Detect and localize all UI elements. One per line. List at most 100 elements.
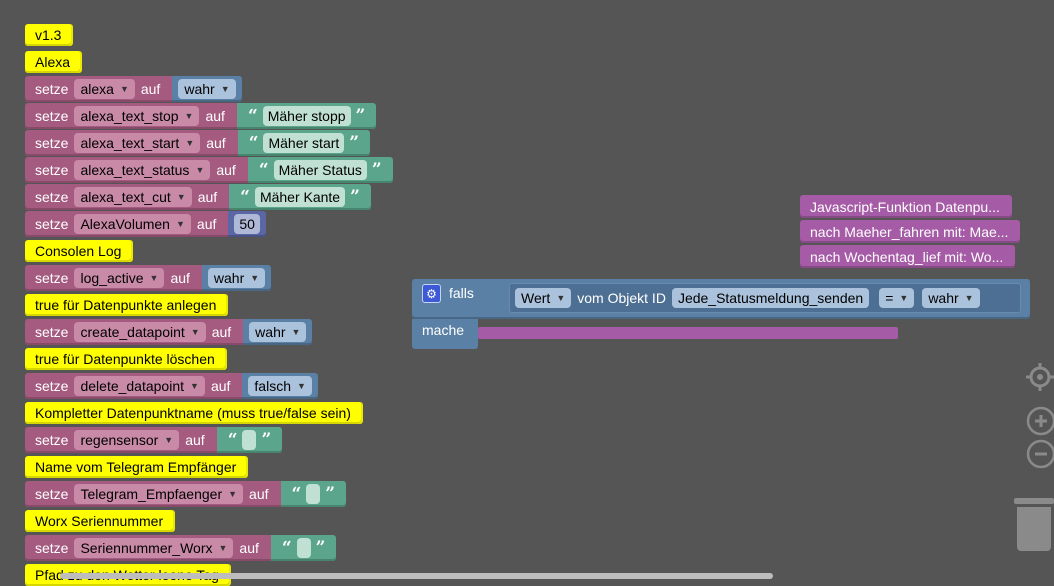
dropdown-arrow-icon: ▼ [175, 219, 185, 229]
function-call-block[interactable]: nach Maeher_fahren mit: Mae... [800, 220, 1021, 243]
text-block[interactable]: “” [280, 481, 347, 507]
variable-dropdown[interactable]: alexa_text_stop ▼ [74, 106, 200, 126]
comment-block[interactable]: true für Datenpunkte löschen [25, 348, 225, 370]
set-variable-block[interactable]: setze Seriennummer_Worx ▼ auf “” [25, 535, 337, 561]
function-label: nach Maeher_fahren mit: Mae... [810, 223, 1009, 240]
text-field[interactable] [306, 484, 321, 504]
boolean-block[interactable]: wahr ▼ [172, 76, 242, 102]
set-variable-block[interactable]: setze alexa_text_stop ▼ auf “ Mäher stopp ” [25, 103, 377, 129]
set-variable-block[interactable]: setze create_datapoint ▼ auf wahr ▼ [25, 319, 313, 345]
variable-dropdown[interactable]: alexa_text_start ▼ [74, 133, 201, 153]
boolean-block[interactable]: falsch ▼ [242, 373, 318, 399]
boolean-value: wahr [184, 81, 215, 97]
boolean-value: wahr [255, 324, 286, 340]
set-variable-block[interactable]: setze Telegram_Empfaenger ▼ auf “” [25, 481, 347, 507]
boolean-dropdown[interactable]: wahr ▼ [178, 79, 236, 99]
comment-text: true für Datenpunkte löschen [35, 351, 215, 367]
comment-block[interactable]: v1.3 [25, 24, 72, 46]
variable-dropdown[interactable]: log_active ▼ [74, 268, 165, 288]
trash-lid [1014, 498, 1054, 504]
text-field[interactable]: Mäher Kante [254, 187, 346, 207]
boolean-dropdown[interactable]: wahr ▼ [249, 322, 307, 342]
variable-dropdown[interactable]: Seriennummer_Worx ▼ [74, 538, 234, 558]
procedure-block-inside[interactable] [478, 327, 898, 339]
comment-block[interactable]: true für Datenpunkte anlegen [25, 294, 227, 316]
comment-text: true für Datenpunkte anlegen [35, 297, 217, 313]
dropdown-arrow-icon: ▼ [228, 489, 238, 499]
function-call-block[interactable]: Javascript-Funktion Datenpu... [800, 195, 1012, 218]
variable-dropdown[interactable]: alexa_text_status ▼ [74, 160, 211, 180]
text-block[interactable]: “ Mäher stopp ” [236, 103, 377, 129]
set-variable-body: setze alexa_text_start ▼ auf [25, 130, 238, 156]
auf-label: auf [197, 189, 218, 205]
comment-block[interactable]: Worx Seriennummer [25, 510, 174, 532]
dropdown-arrow-icon: ▼ [964, 293, 974, 303]
comment-block[interactable]: Name vom Telegram Empfänger [25, 456, 247, 478]
zoom-out-icon[interactable] [1026, 439, 1054, 473]
text-block[interactable]: “ Mäher start ” [237, 130, 371, 156]
text-block[interactable]: “” [270, 535, 337, 561]
zoom-in-icon[interactable] [1026, 406, 1054, 440]
compare-value-dropdown[interactable]: wahr ▼ [922, 288, 980, 308]
text-field[interactable] [242, 430, 257, 450]
variable-dropdown[interactable]: delete_datapoint ▼ [74, 376, 205, 396]
text-field[interactable]: Mäher Status [273, 160, 367, 180]
variable-name: alexa_text_status [80, 162, 190, 178]
set-variable-block[interactable]: setze delete_datapoint ▼ auf falsch ▼ [25, 373, 318, 399]
auf-label: auf [211, 324, 232, 340]
variable-dropdown[interactable]: Telegram_Empfaenger ▼ [74, 484, 244, 504]
comment-block[interactable]: Consolen Log [25, 240, 132, 262]
boolean-dropdown[interactable]: wahr ▼ [207, 268, 266, 288]
set-variable-block[interactable]: setze alexa_text_start ▼ auf “ Mäher start… [25, 130, 371, 156]
operator-dropdown[interactable]: = ▼ [879, 288, 915, 308]
text-block[interactable]: “ Mäher Status ” [247, 157, 393, 183]
target-icon[interactable] [1026, 363, 1054, 395]
set-variable-block[interactable]: setze AlexaVolumen ▼ auf 50 [25, 211, 266, 237]
boolean-block[interactable]: wahr ▼ [243, 319, 313, 345]
function-call-block[interactable]: nach Wochentag_lief mit: Wo... [800, 245, 1016, 268]
setze-label: setze [35, 378, 69, 394]
variable-name: regensensor [80, 432, 159, 448]
blockly-workspace[interactable]: v1.3 Alexa setze alexa ▼ auf wahr ▼ setze … [0, 0, 1054, 586]
set-variable-block[interactable]: setze alexa_text_cut ▼ auf “ Mäher Kante ” [25, 184, 371, 210]
boolean-dropdown[interactable]: falsch ▼ [248, 376, 312, 396]
variable-dropdown[interactable]: alexa_text_cut ▼ [74, 187, 192, 207]
if-block[interactable]: ⚙ falls Wert ▼ vom Objekt ID Jede_Statusm… [412, 279, 1030, 351]
comment-text: Kompletter Datenpunktname (muss true/fal… [35, 405, 351, 421]
dropdown-arrow-icon: ▼ [218, 543, 228, 553]
set-variable-body: setze regensensor ▼ auf [25, 427, 217, 453]
variable-dropdown[interactable]: alexa ▼ [74, 79, 135, 99]
text-field[interactable]: Mäher start [263, 133, 345, 153]
variable-dropdown[interactable]: create_datapoint ▼ [74, 322, 206, 342]
set-variable-block[interactable]: setze regensensor ▼ auf “” [25, 427, 283, 453]
set-variable-block[interactable]: setze alexa_text_status ▼ auf “ Mäher Stat… [25, 157, 393, 183]
comment-text: v1.3 [35, 27, 62, 43]
text-block[interactable]: “” [216, 427, 283, 453]
horizontal-scrollbar[interactable] [60, 573, 773, 579]
compare-block[interactable]: Wert ▼ vom Objekt ID Jede_Statusmeldung_s… [509, 283, 1021, 313]
auf-label: auf [216, 162, 236, 178]
variable-dropdown[interactable]: AlexaVolumen ▼ [74, 214, 191, 234]
text-field[interactable] [296, 538, 311, 558]
variable-dropdown[interactable]: regensensor ▼ [74, 430, 180, 450]
number-block[interactable]: 50 [228, 211, 266, 237]
boolean-value: wahr [213, 270, 245, 286]
number-field[interactable]: 50 [234, 214, 260, 234]
set-variable-block[interactable]: setze log_active ▼ auf wahr ▼ [25, 265, 272, 291]
comment-block[interactable]: Alexa [25, 51, 81, 73]
comment-block[interactable]: Kompletter Datenpunktname (muss true/fal… [25, 402, 361, 424]
set-variable-block[interactable]: setze alexa ▼ auf wahr ▼ [25, 76, 242, 102]
open-quote-icon: “ [258, 159, 269, 180]
trash-icon[interactable] [1014, 498, 1054, 554]
dropdown-arrow-icon: ▼ [176, 192, 186, 202]
variable-name: create_datapoint [80, 324, 185, 340]
wert-dropdown[interactable]: Wert ▼ [515, 288, 572, 308]
gear-icon[interactable]: ⚙ [422, 284, 441, 303]
object-id-field[interactable]: Jede_Statusmeldung_senden [671, 288, 870, 308]
text-block[interactable]: “ Mäher Kante ” [229, 184, 371, 210]
boolean-block[interactable]: wahr ▼ [201, 265, 272, 291]
setze-label: setze [35, 432, 69, 448]
set-variable-body: setze Seriennummer_Worx ▼ auf [25, 535, 271, 561]
text-field[interactable]: Mäher stopp [262, 106, 351, 126]
variable-name: Telegram_Empfaenger [80, 486, 223, 502]
